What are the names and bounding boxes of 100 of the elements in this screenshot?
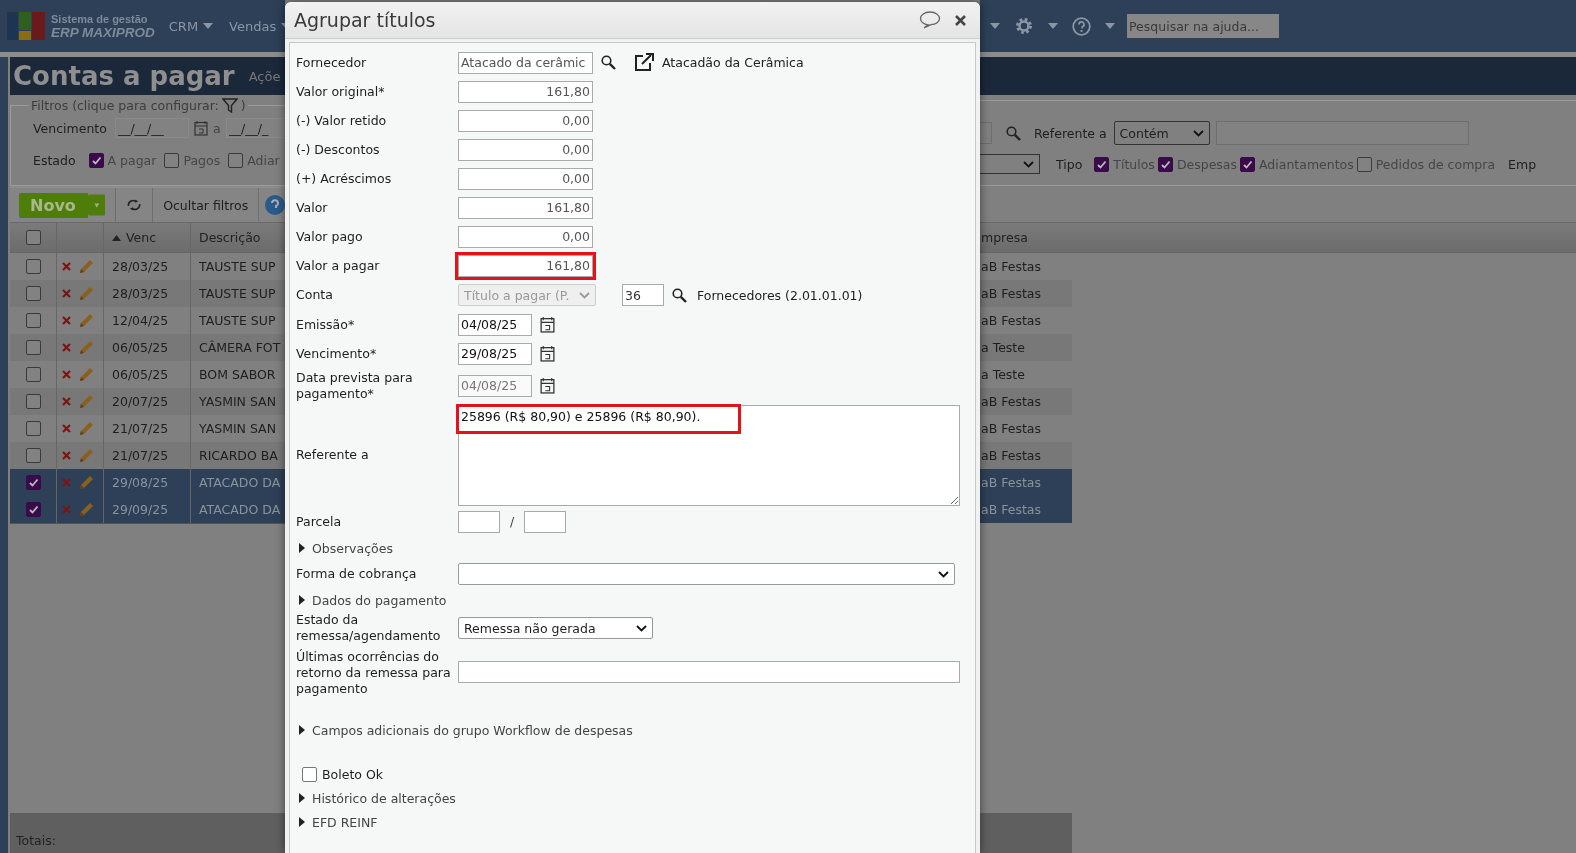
supplier-link[interactable]: Atacadão da Cerâmica [662,55,804,70]
caret-icon[interactable] [1105,23,1115,29]
search-icon[interactable] [601,55,616,70]
delete-icon[interactable] [62,262,71,271]
search-field[interactable] [980,122,992,144]
match-mode-select[interactable]: Contém [1113,121,1210,145]
menu-item[interactable]: CRM [168,18,214,34]
row-checkbox[interactable] [25,313,41,328]
new-button[interactable]: Novo [19,192,88,218]
table-row[interactable]: 21/07/25 RICARDO BA [10,442,285,469]
pencil-icon[interactable] [78,366,94,383]
row-checkbox[interactable] [25,421,41,436]
description-textarea[interactable]: 25896 (R$ 80,90) e 25896 (R$ 80,90). [458,404,960,506]
table-row[interactable]: 29/09/25 ATACADO DA [10,496,285,523]
row-checkbox[interactable] [25,367,41,382]
amount-field[interactable]: 0,00 [458,109,593,132]
dropdown-select[interactable] [458,563,955,585]
external-link-icon[interactable] [634,53,654,72]
delete-icon[interactable] [62,289,71,298]
supplier-field[interactable]: Atacado da cerâmic [458,51,593,74]
row-checkbox[interactable] [25,340,41,355]
checkbox[interactable] [164,152,180,168]
date-field[interactable]: 04/08/25 [458,313,532,336]
section-toggle[interactable]: Observações [296,540,393,556]
filter-icon[interactable] [221,98,238,113]
close-icon[interactable] [955,14,966,26]
date-field[interactable]: __/__/__ [114,118,189,138]
amount-field[interactable]: 0,00 [458,167,593,190]
pencil-icon[interactable] [78,474,94,491]
pencil-icon[interactable] [78,447,94,464]
calendar-icon[interactable] [540,316,555,333]
caret-icon[interactable] [1048,23,1058,29]
amount-field[interactable]: 161,80 [458,80,593,103]
installment-field[interactable] [524,510,567,533]
row-checkbox[interactable] [25,394,41,409]
installment-field[interactable] [458,510,500,533]
calendar-icon[interactable] [540,345,555,362]
checkbox[interactable] [1356,156,1372,172]
filter-label: Estado [33,152,76,168]
checkbox[interactable] [88,152,104,168]
pencil-icon[interactable] [78,312,94,329]
pencil-icon[interactable] [78,285,94,302]
checkbox[interactable] [1240,156,1256,172]
row-checkbox[interactable] [25,448,41,463]
date-field[interactable]: 29/08/25 [458,342,532,365]
checkbox[interactable] [1094,156,1110,172]
checkbox[interactable] [1157,156,1173,172]
delete-icon[interactable] [62,451,71,460]
amount-field[interactable]: 161,80 [458,254,593,277]
field-label: Data prevista para pagamento* [296,369,414,402]
filters-legend[interactable]: Filtros (clique para configurar: [31,98,219,113]
search-icon[interactable] [672,287,687,303]
row-checkbox[interactable] [25,475,41,490]
date-field[interactable]: __/__/_ [225,118,285,138]
menu-item[interactable]: Vendas [229,18,285,34]
delete-icon[interactable] [62,424,71,433]
dropdown-select[interactable] [980,154,1040,174]
row-checkbox[interactable] [25,259,41,274]
checkbox[interactable] [228,152,244,168]
pencil-icon[interactable] [78,339,94,356]
table-row[interactable]: 20/07/25 YASMIN SAN [10,388,285,415]
column-header[interactable]: Descrição [199,230,261,245]
select-all-checkbox[interactable] [25,230,41,245]
delete-icon[interactable] [62,316,71,325]
delete-icon[interactable] [62,343,71,352]
dropdown-select[interactable]: Remessa não gerada [458,617,653,639]
caret-icon[interactable] [990,23,1000,29]
column-header[interactable]: mpresa [981,230,1028,245]
amount-field[interactable]: 0,00 [458,225,593,248]
pencil-icon[interactable] [78,393,94,410]
table-row[interactable]: 06/05/25 CÂMERA FOT [10,334,285,361]
column-header[interactable]: Venc [112,230,157,245]
help-icon[interactable] [265,195,285,215]
checkbox[interactable] [302,766,317,782]
hide-filters-button[interactable]: Ocultar filtros [157,197,255,213]
section-toggle[interactable]: EFD REINF [296,814,378,830]
help-icon[interactable] [1072,16,1091,36]
actions-menu[interactable]: Açõe [248,68,281,84]
row-checkbox[interactable] [25,286,41,301]
amount-field[interactable]: 161,80 [458,196,593,219]
table-row[interactable]: 28/03/25 TAUSTE SUP [10,280,285,307]
comment-icon[interactable] [919,11,941,29]
row-checkbox[interactable] [25,502,41,517]
help-search-field[interactable]: Pesquisar na ajuda... [1127,14,1279,38]
pencil-icon[interactable] [78,258,94,275]
field-label: Estado da remessa/agendamento [296,612,442,644]
section-toggle[interactable]: Dados do pagamento [296,592,447,608]
delete-icon[interactable] [62,370,71,379]
pencil-icon[interactable] [78,420,94,437]
checkbox-label: Pedidos de compra [1375,156,1496,172]
table-row[interactable]: 29/08/25 ATACADO DA [10,469,285,496]
delete-icon[interactable] [62,397,71,406]
calendar-icon[interactable] [540,377,555,394]
text-field[interactable] [458,661,960,683]
refresh-icon[interactable] [126,197,143,213]
pencil-icon[interactable] [78,501,94,518]
amount-field[interactable]: 0,00 [458,138,593,161]
section-toggle[interactable]: Campos adicionais do grupo Workflow de despesas [296,722,633,738]
gear-icon[interactable] [1014,16,1034,36]
section-toggle[interactable]: Histórico de alterações [296,790,456,806]
